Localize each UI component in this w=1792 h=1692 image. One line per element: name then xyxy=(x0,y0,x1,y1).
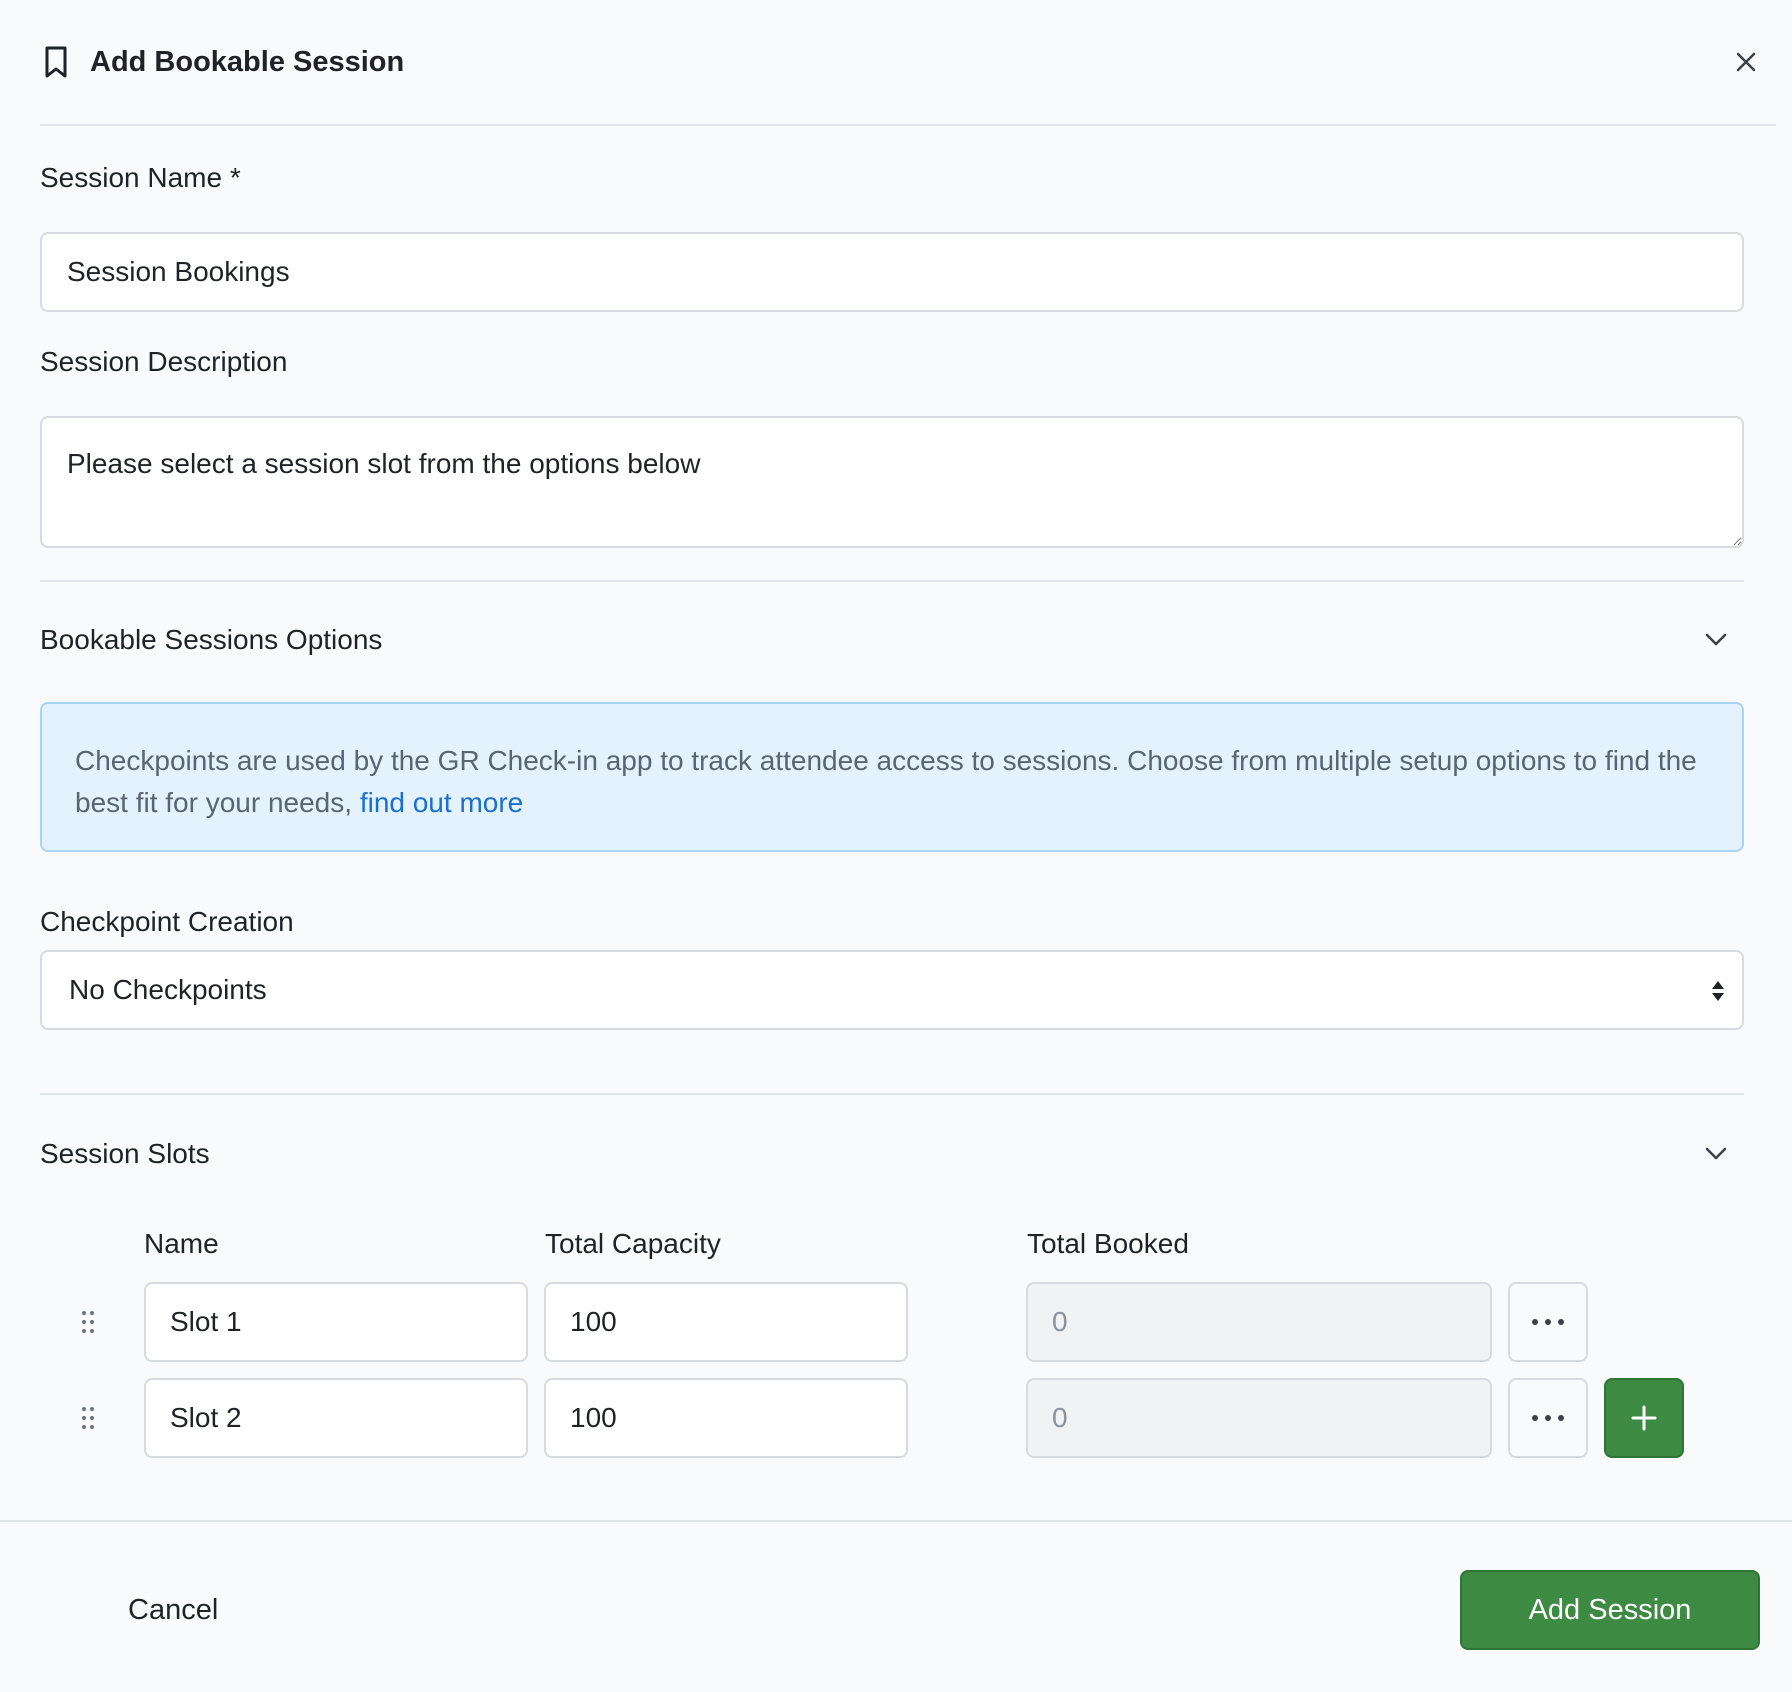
add-session-button[interactable]: Add Session xyxy=(1460,1570,1760,1650)
select-arrows-icon xyxy=(1712,981,1724,1001)
checkpoint-creation-label: Checkpoint Creation xyxy=(40,906,294,937)
slot-name-input[interactable] xyxy=(144,1282,528,1362)
divider xyxy=(40,1093,1744,1095)
session-description-label: Session Description xyxy=(40,346,288,377)
add-slot-button[interactable] xyxy=(1604,1378,1684,1458)
find-out-more-link[interactable]: find out more xyxy=(360,787,523,818)
session-name-input[interactable] xyxy=(40,232,1744,312)
more-horizontal-icon xyxy=(1532,1319,1564,1325)
bookmark-icon xyxy=(45,46,67,78)
drag-handle-icon[interactable] xyxy=(80,1405,96,1431)
slot-booked-input xyxy=(1026,1282,1492,1362)
chevron-down-icon[interactable] xyxy=(1700,1138,1732,1170)
slot-booked-input xyxy=(1026,1378,1492,1458)
slot-name-input[interactable] xyxy=(144,1378,528,1458)
close-icon xyxy=(1736,52,1756,72)
cancel-button[interactable]: Cancel xyxy=(110,1580,240,1640)
drag-handle-icon[interactable] xyxy=(80,1309,96,1335)
divider xyxy=(40,580,1744,582)
checkpoint-selected-value: No Checkpoints xyxy=(69,974,267,1005)
slot-more-button[interactable] xyxy=(1508,1378,1588,1458)
footer-divider xyxy=(0,1520,1792,1522)
column-header-booked: Total Booked xyxy=(1027,1228,1189,1259)
column-header-capacity: Total Capacity xyxy=(545,1228,721,1259)
modal-header: Add Bookable Session xyxy=(40,0,1776,126)
more-horizontal-icon xyxy=(1532,1415,1564,1421)
checkpoint-creation-select[interactable]: No Checkpoints xyxy=(40,950,1744,1030)
close-button[interactable] xyxy=(1728,44,1764,80)
session-name-label: Session Name * xyxy=(40,162,241,193)
column-header-name: Name xyxy=(144,1228,219,1259)
session-description-textarea[interactable]: Please select a session slot from the op… xyxy=(40,416,1744,548)
info-text: Checkpoints are used by the GR Check-in … xyxy=(75,745,1697,818)
plus-icon xyxy=(1631,1405,1657,1431)
modal-title: Add Bookable Session xyxy=(90,45,405,78)
slot-capacity-input[interactable] xyxy=(544,1378,908,1458)
info-alert: Checkpoints are used by the GR Check-in … xyxy=(40,702,1744,852)
chevron-down-icon[interactable] xyxy=(1700,624,1732,656)
options-section-title: Bookable Sessions Options xyxy=(40,624,383,655)
slot-more-button[interactable] xyxy=(1508,1282,1588,1362)
slots-section-title: Session Slots xyxy=(40,1138,210,1169)
slot-capacity-input[interactable] xyxy=(544,1282,908,1362)
